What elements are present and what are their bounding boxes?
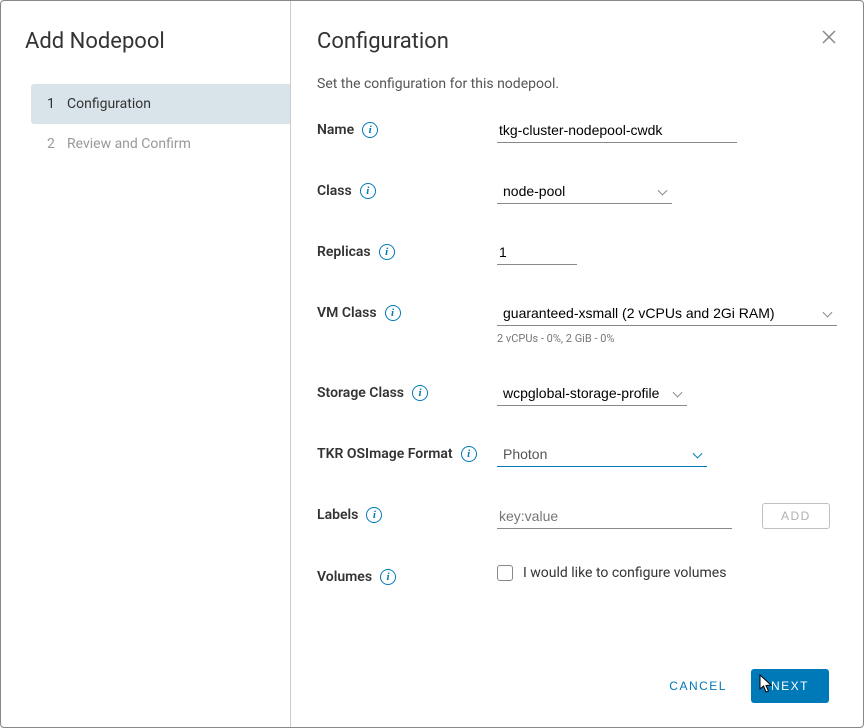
page-description: Set the configuration for this nodepool. [317,76,837,92]
info-icon[interactable]: i [362,122,378,138]
modal-footer: CANCEL NEXT [291,649,863,727]
class-select[interactable]: node-pool [497,179,672,204]
info-icon[interactable]: i [461,446,477,462]
info-icon[interactable]: i [385,305,401,321]
info-icon[interactable]: i [366,507,382,523]
labels-label: Labels [317,507,358,523]
cancel-button[interactable]: CANCEL [663,671,733,701]
page-title: Configuration [317,29,449,54]
step-number: 1 [47,96,67,112]
labels-input[interactable] [497,504,732,529]
sidebar-title: Add Nodepool [1,29,290,84]
volumes-checkbox-label: I would like to configure volumes [523,565,726,581]
volumes-label: Volumes [317,569,372,585]
info-icon[interactable]: i [412,385,428,401]
vmclass-helper: 2 vCPUs - 0%, 2 GiB - 0% [497,332,837,345]
step-review-confirm[interactable]: 2 Review and Confirm [31,124,290,164]
add-label-button[interactable]: ADD [762,503,830,529]
volumes-checkbox[interactable] [497,565,513,581]
close-icon[interactable] [821,29,837,49]
info-icon[interactable]: i [360,183,376,199]
replicas-input[interactable] [497,240,577,265]
wizard-sidebar: Add Nodepool 1 Configuration 2 Review an… [1,1,291,727]
storage-label: Storage Class [317,385,404,401]
step-label: Review and Confirm [67,136,191,152]
next-button[interactable]: NEXT [751,669,829,703]
add-nodepool-modal: Add Nodepool 1 Configuration 2 Review an… [0,0,864,728]
tkr-label: TKR OSImage Format [317,446,453,462]
replicas-label: Replicas [317,244,371,260]
volumes-checkbox-row[interactable]: I would like to configure volumes [497,565,837,581]
info-icon[interactable]: i [379,244,395,260]
storage-select[interactable]: wcpglobal-storage-profile [497,381,687,406]
vmclass-label: VM Class [317,305,377,321]
name-label: Name [317,122,354,138]
name-input[interactable] [497,118,737,143]
step-label: Configuration [67,96,151,112]
vmclass-select[interactable]: guaranteed-xsmall (2 vCPUs and 2Gi RAM) [497,301,837,326]
class-label: Class [317,183,352,199]
step-configuration[interactable]: 1 Configuration [31,84,290,124]
tkr-select[interactable]: Photon [497,442,707,467]
content-area: Configuration Set the configuration for … [291,1,863,727]
step-number: 2 [47,136,67,152]
info-icon[interactable]: i [380,569,396,585]
